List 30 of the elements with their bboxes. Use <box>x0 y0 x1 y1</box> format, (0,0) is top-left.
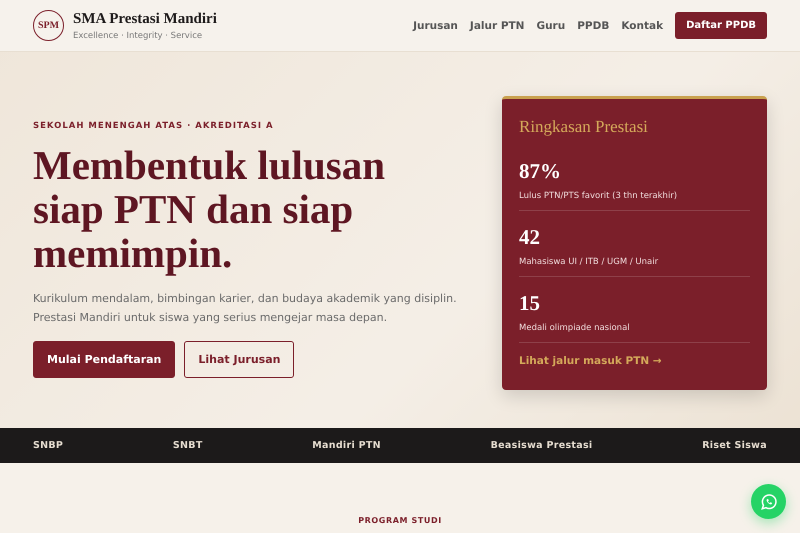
secondary-button[interactable]: Lihat Jurusan <box>184 341 294 378</box>
pathway-label: SNBP <box>33 440 64 451</box>
stat-value: 15 <box>519 291 541 316</box>
nav-link[interactable]: PPDB <box>577 20 610 32</box>
school-name: SMA Prestasi Mandiri <box>73 10 217 28</box>
section-eyebrow: PROGRAM STUDI <box>358 516 442 525</box>
card-title: Ringkasan Prestasi <box>519 117 649 137</box>
pathway-label: Mandiri PTN <box>312 440 381 451</box>
stat-label: Lulus PTN/PTS favorit (3 thn terakhir) <box>519 191 678 201</box>
hero-eyebrow: SEKOLAH MENENGAH ATAS · AKREDITASI A <box>33 121 275 131</box>
primary-button[interactable]: Mulai Pendaftaran <box>33 341 176 378</box>
nav-link[interactable]: Jurusan <box>413 20 458 32</box>
hero-description: Kurikulum mendalam, bimbingan karier, dan budaya akademik yang disiplin. Prestasi Mandiri untuk siswa yang serius mengejar masa depan. <box>33 291 457 326</box>
chat-bubble-icon <box>760 492 778 510</box>
chat-button[interactable] <box>751 484 786 519</box>
nav-link[interactable]: Jalur PTN <box>470 20 524 32</box>
hero-headline: Membentuk lulusan siap PTN dan siap memimpin. <box>33 143 386 275</box>
stat-value: 42 <box>519 225 541 250</box>
school-tagline: Excellence · Integrity · Service <box>73 30 204 40</box>
nav-link[interactable]: Kontak <box>621 20 664 32</box>
pathway-label: SNBT <box>172 440 203 451</box>
pathway-label: Riset Siswa <box>702 440 767 451</box>
stat-value: 87% <box>519 159 562 184</box>
nav-link[interactable]: Guru <box>536 20 566 32</box>
stat-label: Mahasiswa UI / ITB / UGM / Unair <box>519 257 660 267</box>
register-button[interactable]: Daftar PPDB <box>675 12 767 39</box>
card-link[interactable]: Lihat jalur masuk PTN → <box>519 355 750 367</box>
stat-label: Medali olimpiade nasional <box>519 323 631 333</box>
pathway-label: Beasiswa Prestasi <box>490 440 592 451</box>
school-logo: SPM <box>33 10 64 41</box>
